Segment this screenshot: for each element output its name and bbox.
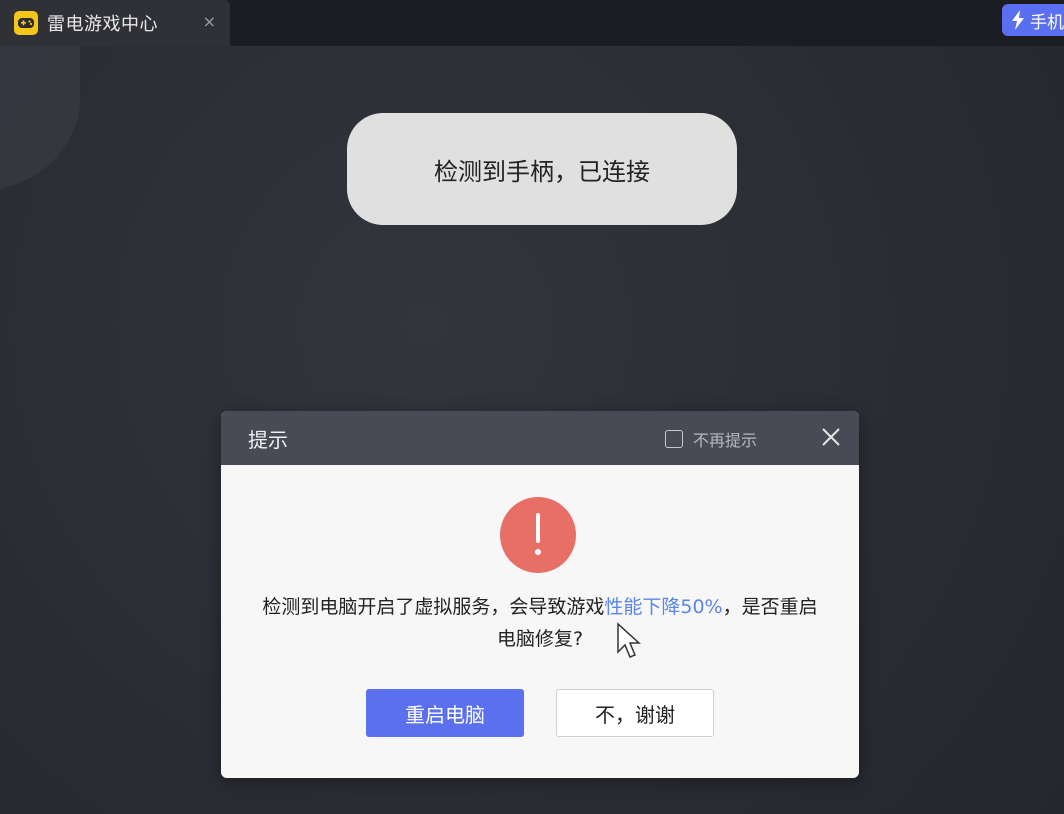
gamepad-icon — [14, 11, 38, 35]
tab-title: 雷电游戏中心 — [47, 14, 158, 35]
lightning-icon — [1012, 10, 1024, 30]
title-bar: 雷电游戏中心 × 手机 — [0, 0, 1064, 46]
checkbox-icon[interactable] — [665, 430, 683, 448]
dialog-header: 提示 不再提示 — [221, 411, 859, 465]
warning-icon — [500, 497, 576, 573]
message-highlight: 性能下降50% — [604, 596, 723, 618]
no-remind-checkbox[interactable]: 不再提示 — [665, 427, 757, 451]
toast-text: 检测到手柄，已连接 — [434, 157, 650, 186]
dialog-message: 检测到电脑开启了虚拟服务，会导致游戏性能下降50%，是否重启电脑修复? — [261, 591, 819, 655]
phone-button[interactable]: 手机 — [1002, 4, 1064, 36]
dialog-title: 提示 — [248, 427, 288, 452]
close-icon[interactable] — [819, 425, 843, 449]
tab-close-icon[interactable]: × — [203, 12, 216, 32]
no-thanks-button[interactable]: 不，谢谢 — [556, 689, 714, 737]
phone-button-label: 手机 — [1030, 12, 1064, 33]
app-window: 雷电游戏中心 × 手机 检测到手柄，已连接 提示 不再提示 检测到电脑开启了虚拟… — [0, 0, 1064, 814]
no-remind-label: 不再提示 — [693, 431, 758, 450]
tab-game-center[interactable]: 雷电游戏中心 × — [0, 0, 230, 46]
message-text: 检测到电脑开启了虚拟服务，会导致游戏 — [262, 596, 605, 618]
prompt-dialog: 提示 不再提示 检测到电脑开启了虚拟服务，会导致游戏性能下降50%，是否重启电脑… — [221, 411, 859, 778]
toast-notification: 检测到手柄，已连接 — [347, 113, 737, 225]
restart-computer-button[interactable]: 重启电脑 — [366, 689, 524, 737]
